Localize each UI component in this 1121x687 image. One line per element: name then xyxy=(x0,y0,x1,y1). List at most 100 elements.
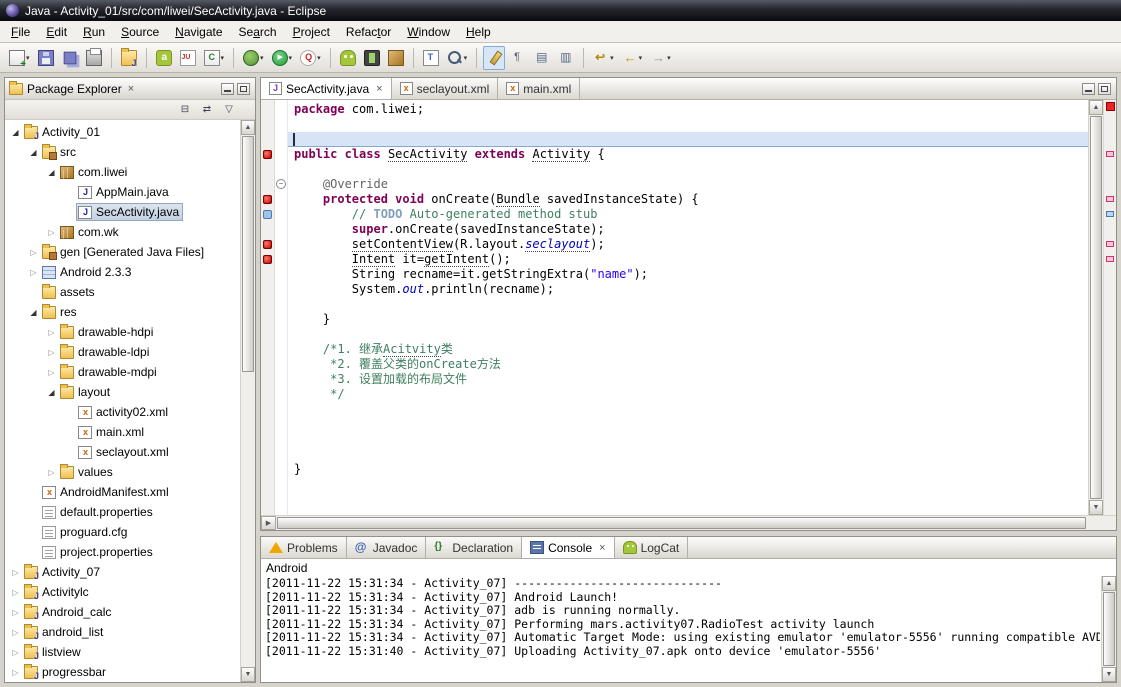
tree-item-drawable-hdpi[interactable]: ▷drawable-hdpi xyxy=(5,322,240,342)
code-line[interactable]: *3. 设置加载的布局文件 xyxy=(288,372,1088,387)
overview-ruler[interactable] xyxy=(1103,100,1116,515)
chevron-down-icon[interactable]: ▾ xyxy=(260,54,264,62)
external-tools-button[interactable]: ▾ xyxy=(297,46,324,70)
tree-item-gen-generated-java-files[interactable]: ▷gen [Generated Java Files] xyxy=(5,242,240,262)
code-line[interactable]: System.out.println(recname); xyxy=(288,282,1088,297)
code-line[interactable]: super.onCreate(savedInstanceState); xyxy=(288,222,1088,237)
new-junit-test-button[interactable] xyxy=(177,46,199,70)
expand-arrow-icon[interactable]: ▷ xyxy=(45,368,58,377)
error-overview-icon[interactable] xyxy=(1106,196,1114,202)
scroll-down-icon[interactable]: ▼ xyxy=(241,667,255,682)
tree-item-androidmanifest-xml[interactable]: AndroidManifest.xml xyxy=(5,482,240,502)
tab-secactivity-java[interactable]: SecActivity.java× xyxy=(261,78,392,99)
chevron-down-icon[interactable]: ▾ xyxy=(26,54,30,62)
maximize-view-button[interactable] xyxy=(237,83,250,95)
code-line[interactable]: } xyxy=(288,462,1088,477)
code-line[interactable]: *2. 覆盖父类的onCreate方法 xyxy=(288,357,1088,372)
tab-logcat[interactable]: LogCat xyxy=(615,537,689,558)
view-menu-button[interactable]: ▽ xyxy=(221,102,237,117)
expand-arrow-icon[interactable]: ▷ xyxy=(27,268,40,277)
chevron-down-icon[interactable]: ▾ xyxy=(289,54,293,62)
tree-scrollbar[interactable]: ▲ ▼ xyxy=(240,120,255,682)
scrollbar-thumb[interactable] xyxy=(242,136,254,372)
new-wizard-button[interactable]: ▾ xyxy=(6,46,33,70)
tree-item-project-properties[interactable]: project.properties xyxy=(5,542,240,562)
chevron-down-icon[interactable]: ▾ xyxy=(667,54,671,62)
minimize-view-button[interactable] xyxy=(221,83,234,95)
code-line[interactable]: */ xyxy=(288,387,1088,402)
menu-navigate[interactable]: Navigate xyxy=(167,22,230,42)
scrollbar-thumb[interactable] xyxy=(1103,592,1115,666)
expand-arrow-icon[interactable]: ▷ xyxy=(45,228,58,237)
error-marker-icon[interactable] xyxy=(263,195,272,204)
tree-item-assets[interactable]: assets xyxy=(5,282,240,302)
collapse-arrow-icon[interactable]: ◢ xyxy=(45,168,58,177)
expand-arrow-icon[interactable]: ▷ xyxy=(45,348,58,357)
chevron-down-icon[interactable]: ▾ xyxy=(464,54,468,62)
menu-refactor[interactable]: Refactor xyxy=(338,22,399,42)
code-line[interactable] xyxy=(288,297,1088,312)
collapse-arrow-icon[interactable]: ◢ xyxy=(45,388,58,397)
tab-console[interactable]: Console× xyxy=(522,537,614,558)
expand-arrow-icon[interactable]: ▷ xyxy=(27,248,40,257)
save-all-button[interactable] xyxy=(59,46,81,70)
collapse-arrow-icon[interactable]: ◢ xyxy=(9,128,22,137)
tree-item-res[interactable]: ◢res xyxy=(5,302,240,322)
editor-horizontal-scrollbar[interactable]: ◀ ▶ xyxy=(261,515,1116,530)
mark-occurrences-button[interactable] xyxy=(483,46,505,70)
expand-arrow-icon[interactable]: ▷ xyxy=(45,328,58,337)
code-line[interactable] xyxy=(288,417,1088,432)
android-sdk-manager-button[interactable] xyxy=(337,46,359,70)
expand-arrow-icon[interactable]: ▷ xyxy=(9,608,22,617)
open-type-button[interactable] xyxy=(420,46,442,70)
code-line[interactable] xyxy=(288,447,1088,462)
code-line[interactable]: Intent it=getIntent(); xyxy=(288,252,1088,267)
expand-arrow-icon[interactable]: ▷ xyxy=(9,588,22,597)
scroll-down-icon[interactable]: ▼ xyxy=(1102,667,1116,682)
error-marker-icon[interactable] xyxy=(263,150,272,159)
close-icon[interactable]: × xyxy=(599,542,605,554)
task-overview-icon[interactable] xyxy=(1106,211,1114,217)
tree-item-activitylc[interactable]: ▷Activitylc xyxy=(5,582,240,602)
error-marker-icon[interactable] xyxy=(263,240,272,249)
tree-item-appmain-java[interactable]: AppMain.java xyxy=(5,182,240,202)
code-area[interactable]: package com.liwei;public class SecActivi… xyxy=(288,100,1088,515)
tree-item-default-properties[interactable]: default.properties xyxy=(5,502,240,522)
forward-button[interactable]: ▾ xyxy=(647,46,674,70)
code-line[interactable] xyxy=(288,432,1088,447)
debug-button[interactable]: ▾ xyxy=(240,46,267,70)
tree-item-progressbar[interactable]: ▷progressbar xyxy=(5,662,240,682)
close-icon[interactable]: × xyxy=(128,83,134,95)
tab-main-xml[interactable]: main.xml xyxy=(498,78,580,99)
show-columns-button[interactable] xyxy=(555,46,577,70)
maximize-editor-button[interactable] xyxy=(1098,83,1111,95)
tree-item-src[interactable]: ◢src xyxy=(5,142,240,162)
scroll-up-icon[interactable]: ▲ xyxy=(241,120,255,135)
scroll-down-icon[interactable]: ▼ xyxy=(1089,500,1103,515)
last-edit-location-button[interactable]: ▾ xyxy=(590,46,617,70)
code-line[interactable]: /*1. 继承Acitvity类 xyxy=(288,342,1088,357)
code-line[interactable]: setContentView(R.layout.seclayout); xyxy=(288,237,1088,252)
collapse-all-button[interactable]: ⊟ xyxy=(177,102,193,117)
tree-item-main-xml[interactable]: main.xml xyxy=(5,422,240,442)
show-whitespace-button[interactable] xyxy=(507,46,529,70)
code-line[interactable]: // TODO Auto-generated method stub xyxy=(288,207,1088,222)
menu-search[interactable]: Search xyxy=(231,22,285,42)
code-line[interactable]: package com.liwei; xyxy=(288,102,1088,117)
show-annotations-button[interactable] xyxy=(531,46,553,70)
tree-item-layout[interactable]: ◢layout xyxy=(5,382,240,402)
expand-arrow-icon[interactable]: ▷ xyxy=(9,648,22,657)
code-line[interactable]: String recname=it.getStringExtra("name")… xyxy=(288,267,1088,282)
tree-item-listview[interactable]: ▷listview xyxy=(5,642,240,662)
code-line[interactable] xyxy=(288,327,1088,342)
error-overview-icon[interactable] xyxy=(1106,102,1115,111)
tab-declaration[interactable]: Declaration xyxy=(426,537,522,558)
tab-javadoc[interactable]: Javadoc xyxy=(347,537,427,558)
tree-item-android-2-3-3[interactable]: ▷Android 2.3.3 xyxy=(5,262,240,282)
collapse-fold-icon[interactable]: − xyxy=(276,179,286,189)
menu-project[interactable]: Project xyxy=(285,22,338,42)
new-java-project-button[interactable] xyxy=(118,46,140,70)
menu-edit[interactable]: Edit xyxy=(38,22,75,42)
tree-item-drawable-ldpi[interactable]: ▷drawable-ldpi xyxy=(5,342,240,362)
code-line[interactable] xyxy=(288,117,1088,132)
